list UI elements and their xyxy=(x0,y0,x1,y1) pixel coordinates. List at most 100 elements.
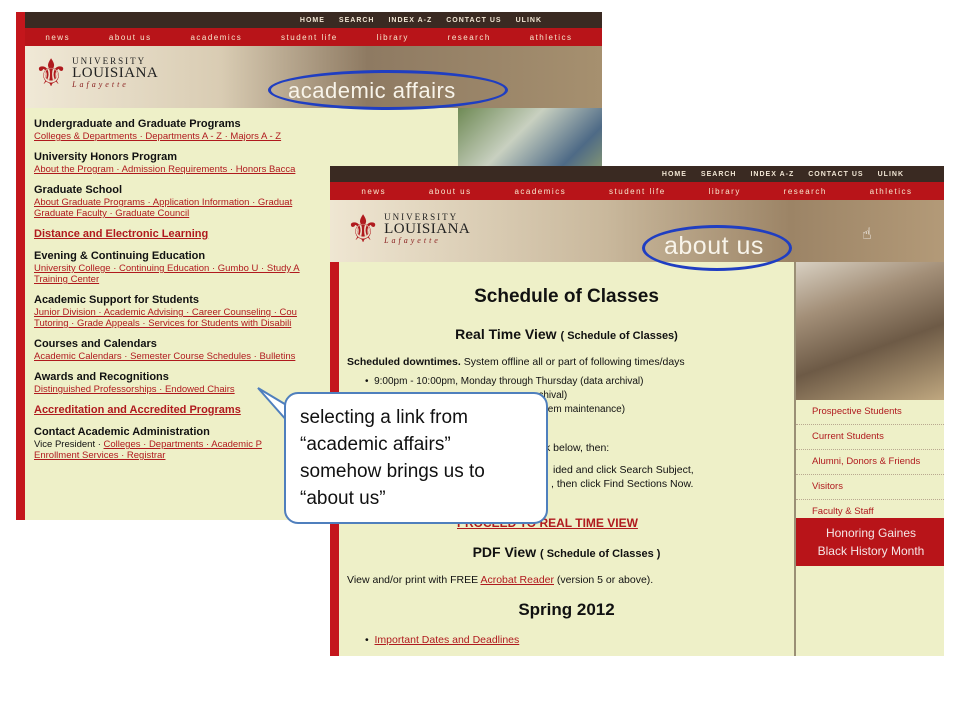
group-undergrad-grad: Undergraduate and Graduate Programs Coll… xyxy=(34,118,334,142)
pdf-heading-text: PDF View xyxy=(472,544,537,560)
group-links-2[interactable]: Graduate Faculty · Graduate Council xyxy=(34,208,334,219)
group-heading: Graduate School xyxy=(34,184,123,196)
about-us-highlight-ellipse xyxy=(642,225,792,271)
main-nav-about-us[interactable]: about us xyxy=(429,187,472,196)
group-links[interactable]: About Graduate Programs · Application In… xyxy=(34,197,334,208)
sidebar-link-alumni[interactable]: Alumni, Donors & Friends xyxy=(796,450,944,475)
main-nav-research[interactable]: research xyxy=(448,33,491,42)
group-honors: University Honors Program About the Prog… xyxy=(34,151,334,175)
acrobat-suffix: (version 5 or above). xyxy=(554,574,654,586)
group-links[interactable]: University College · Continuing Educatio… xyxy=(34,263,334,274)
group-links[interactable]: About the Program · Admission Requiremen… xyxy=(34,164,334,175)
academic-affairs-highlight-ellipse xyxy=(268,70,508,110)
downtime-text: System offline all or part of following … xyxy=(460,356,685,368)
sidebar-link-current[interactable]: Current Students xyxy=(796,425,944,450)
university-logo[interactable]: ⚜ UNIVERSITY LOUISIANA Lafayette xyxy=(34,54,158,92)
nav-search[interactable]: SEARCH xyxy=(339,17,375,24)
main-nav: news about us academics student life lib… xyxy=(330,182,944,200)
right-sidebar: Prospective Students Current Students Al… xyxy=(794,262,944,656)
callout-line-4: “about us” xyxy=(300,488,386,509)
university-logo[interactable]: ⚜ UNIVERSITY LOUISIANA Lafayette xyxy=(346,210,470,248)
banner-line-2: Black History Month xyxy=(817,544,925,558)
acrobat-line: View and/or print with FREE Acrobat Read… xyxy=(347,574,653,586)
nav-index[interactable]: INDEX A-Z xyxy=(750,171,794,178)
main-nav: news about us academics student life lib… xyxy=(16,28,602,46)
group-heading: Evening & Continuing Education xyxy=(34,250,206,262)
instruction-fragment-2: ided and click Search Subject, xyxy=(553,464,694,476)
logo-line-louisiana: LOUISIANA xyxy=(384,221,471,237)
pdf-heading-sub: ( Schedule of Classes ) xyxy=(540,548,661,560)
semester-course-schedules-links[interactable]: Academic Calendars · Semester Course Sch… xyxy=(34,351,334,362)
group-distance-learning: Distance and Electronic Learning xyxy=(34,228,334,241)
group-graduate-school: Graduate School About Graduate Programs … xyxy=(34,184,334,219)
logo-line-louisiana: LOUISIANA xyxy=(72,65,159,81)
top-utility-nav: HOME SEARCH INDEX A-Z CONTACT US ULINK xyxy=(16,12,602,28)
nav-ulink[interactable]: ULINK xyxy=(878,171,904,178)
nav-contact[interactable]: CONTACT US xyxy=(808,171,863,178)
fleur-de-lis-icon: ⚜ xyxy=(34,51,69,95)
sidebar-link-visitors[interactable]: Visitors xyxy=(796,475,944,500)
callout-line-3: somehow brings us to xyxy=(300,461,485,482)
hand-cursor-icon: ☝ xyxy=(862,224,872,243)
downtime-line: Scheduled downtimes. System offline all … xyxy=(347,356,685,368)
left-red-rail xyxy=(16,12,25,520)
main-nav-research[interactable]: research xyxy=(784,187,827,196)
realtime-heading-text: Real Time View xyxy=(455,326,557,342)
audience-links: Prospective Students Current Students Al… xyxy=(796,400,944,525)
nav-contact[interactable]: CONTACT US xyxy=(446,17,501,24)
downtime-bullet-1-text: 9:00pm - 10:00pm, Monday through Thursda… xyxy=(374,376,644,387)
group-heading: Courses and Calendars xyxy=(34,338,157,350)
sidebar-link-prospective[interactable]: Prospective Students xyxy=(796,400,944,425)
main-nav-news[interactable]: news xyxy=(361,187,386,196)
realtime-heading: Real Time View ( Schedule of Classes) xyxy=(339,326,794,342)
black-history-banner[interactable]: Honoring Gaines Black History Month xyxy=(796,518,944,566)
realtime-heading-sub: ( Schedule of Classes) xyxy=(560,330,678,342)
term-heading: Spring 2012 xyxy=(518,600,615,619)
main-nav-student-life[interactable]: student life xyxy=(609,187,666,196)
important-dates-link[interactable]: Important Dates and Deadlines xyxy=(375,634,520,646)
banner-line-1: Honoring Gaines xyxy=(825,526,917,540)
contact-links[interactable]: Colleges · Departments · Academic P xyxy=(104,439,262,450)
nav-ulink[interactable]: ULINK xyxy=(516,17,542,24)
main-nav-student-life[interactable]: student life xyxy=(281,33,338,42)
main-nav-academics[interactable]: academics xyxy=(514,187,566,196)
main-nav-athletics[interactable]: athletics xyxy=(870,187,913,196)
chess-players-photo xyxy=(796,262,944,400)
downtime-bullet-1: • 9:00pm - 10:00pm, Monday through Thurs… xyxy=(365,376,644,387)
pdf-heading: PDF View ( Schedule of Classes ) xyxy=(339,544,794,560)
term-bullet: • Important Dates and Deadlines xyxy=(365,634,520,646)
acrobat-reader-link[interactable]: Acrobat Reader xyxy=(480,574,554,586)
main-nav-athletics[interactable]: athletics xyxy=(530,33,573,42)
group-heading: Undergraduate and Graduate Programs xyxy=(34,118,241,130)
main-nav-academics[interactable]: academics xyxy=(190,33,242,42)
vice-president-text: Vice President · xyxy=(34,439,104,450)
fleur-de-lis-icon: ⚜ xyxy=(346,207,381,251)
group-evening-continuing: Evening & Continuing Education Universit… xyxy=(34,250,334,285)
callout-line-1: selecting a link from xyxy=(300,407,468,428)
downtime-label: Scheduled downtimes. xyxy=(347,356,461,368)
logo-line-lafayette: Lafayette xyxy=(384,236,441,245)
main-nav-about-us[interactable]: about us xyxy=(109,33,152,42)
main-nav-library[interactable]: library xyxy=(709,187,741,196)
nav-home[interactable]: HOME xyxy=(300,17,325,24)
acrobat-prefix: View and/or print with FREE xyxy=(347,574,481,586)
group-heading: University Honors Program xyxy=(34,151,178,163)
distance-learning-link[interactable]: Distance and Electronic Learning xyxy=(34,228,334,241)
group-links-2[interactable]: Training Center xyxy=(34,274,334,285)
main-nav-news[interactable]: news xyxy=(45,33,70,42)
instruction-fragment-1: k below, then: xyxy=(545,442,610,454)
main-nav-library[interactable]: library xyxy=(377,33,409,42)
group-courses-calendars: Courses and Calendars Academic Calendars… xyxy=(34,338,334,362)
annotation-callout: selecting a link from “academic affairs”… xyxy=(284,392,548,524)
nav-search[interactable]: SEARCH xyxy=(701,171,737,178)
group-links[interactable]: Colleges & Departments · Departments A -… xyxy=(34,131,334,142)
group-links-2[interactable]: Tutoring · Grade Appeals · Services for … xyxy=(34,318,334,329)
downtime-bullet-3-fragment: ystem maintenance) xyxy=(535,404,626,415)
instruction-fragment-3: , then click Find Sections Now. xyxy=(551,478,694,490)
nav-index[interactable]: INDEX A-Z xyxy=(388,17,432,24)
page-title: Schedule of Classes xyxy=(474,286,659,307)
group-heading: Academic Support for Students xyxy=(34,294,200,306)
top-utility-nav: HOME SEARCH INDEX A-Z CONTACT US ULINK xyxy=(330,166,944,182)
nav-home[interactable]: HOME xyxy=(662,171,687,178)
group-links[interactable]: Junior Division · Academic Advising · Ca… xyxy=(34,307,334,318)
